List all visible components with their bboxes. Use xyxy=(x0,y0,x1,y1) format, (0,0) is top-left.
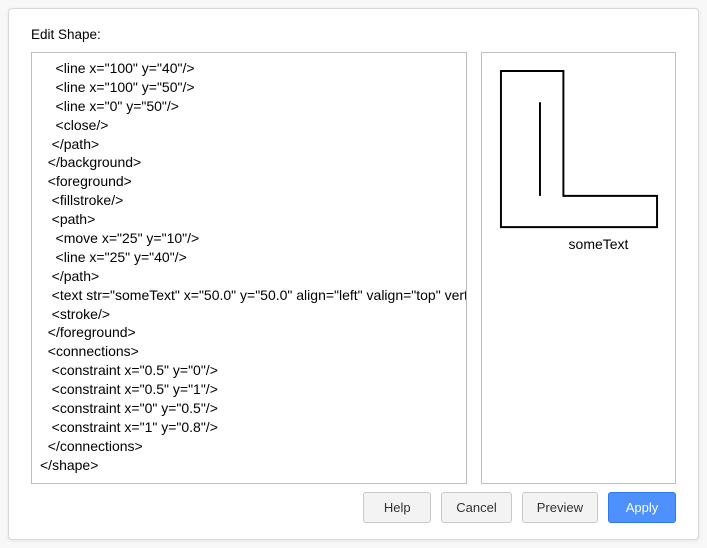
preview-panel: someText xyxy=(481,52,676,484)
shape-preview-svg xyxy=(499,69,659,234)
shape-outline xyxy=(500,71,656,227)
content-row: someText xyxy=(31,52,676,478)
edit-shape-dialog: Edit Shape: someText Help Cancel Preview… xyxy=(8,8,699,540)
dialog-title: Edit Shape: xyxy=(31,27,676,42)
help-button[interactable]: Help xyxy=(363,492,431,523)
cancel-button[interactable]: Cancel xyxy=(441,492,511,523)
shape-xml-textarea[interactable] xyxy=(32,53,466,483)
code-editor-container xyxy=(31,52,467,484)
button-row: Help Cancel Preview Apply xyxy=(31,492,676,523)
preview-text-label: someText xyxy=(499,236,659,252)
preview-button[interactable]: Preview xyxy=(522,492,598,523)
apply-button[interactable]: Apply xyxy=(608,492,676,523)
preview-inner: someText xyxy=(499,69,659,252)
